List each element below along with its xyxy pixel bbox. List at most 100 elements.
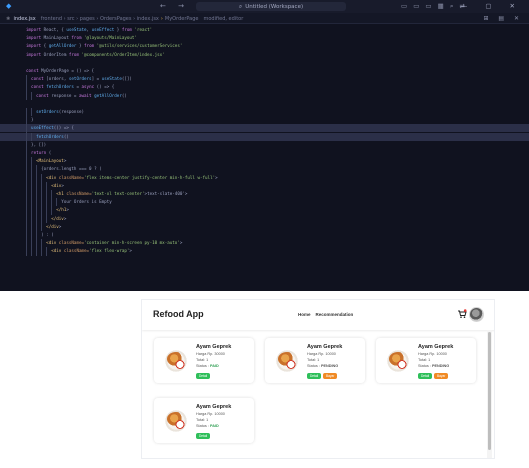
order-name: Ayam Geprek xyxy=(307,344,343,350)
status-badge: PAID xyxy=(209,424,219,428)
code-line: const MyOrderPage = () => { xyxy=(0,67,529,75)
code-line: useEffect(() => { xyxy=(0,124,529,133)
window-controls[interactable]: — ▢ ✕ xyxy=(461,2,523,10)
code-text: } xyxy=(26,117,34,123)
code-line: setOrders(response) xyxy=(0,108,529,117)
code-line: </div> xyxy=(0,214,529,223)
code-line: } xyxy=(0,116,529,125)
food-image xyxy=(272,346,302,376)
code-line: <h1 className='text-xl text-center'>text… xyxy=(0,190,529,199)
code-text: }, []) xyxy=(26,141,47,147)
code-line: ) : ( xyxy=(0,231,529,240)
code-text: return ( xyxy=(31,150,52,155)
code-line: <div className='flex flex-wrap'> xyxy=(0,247,529,256)
order-status: Status : PAID xyxy=(196,424,219,428)
order-card: Ayam Geprek Harga Rp. 30000 Total: 1 Status… xyxy=(154,338,254,383)
code-text: <MainLayout> xyxy=(36,158,67,164)
editor-actions[interactable]: ⊞ ▤ ✕ xyxy=(483,15,523,22)
workspace-title: Untitled (Workspace) xyxy=(245,4,304,10)
code-area[interactable]: import React, { useState, useEffect } fr… xyxy=(0,26,529,291)
food-image xyxy=(161,406,191,436)
detail-button[interactable]: Detail xyxy=(196,433,211,439)
status-badge: PAID xyxy=(209,364,219,368)
order-price: Harga Rp. 10000 xyxy=(196,412,225,416)
code-line: <div> xyxy=(0,181,529,190)
status-label: Status : xyxy=(307,364,320,368)
code-text: import React, { useState, useEffect } fr… xyxy=(26,27,153,32)
order-price: Harga Rp. 10000 xyxy=(307,352,336,356)
navigation-arrows[interactable]: ← → xyxy=(160,2,189,10)
code-line: {orders.length === 0 ? ( xyxy=(0,165,529,174)
code-text: {orders.length === 0 ? ( xyxy=(26,166,102,172)
tab-badge: modified, editor xyxy=(203,16,244,22)
code-text: <div className='flex items-center justif… xyxy=(46,174,218,180)
order-total: Total: 1 xyxy=(196,358,209,362)
search-icon: ⌕ xyxy=(238,3,243,10)
order-total: Total: 1 xyxy=(307,358,320,362)
order-card: Ayam Geprek Harga Rp. 10000 Total: 1 Status… xyxy=(376,338,476,383)
code-editor-window: ◆ ← → ⌕ Untitled (Workspace) ▭ ▭ ▭ ▦ ⌕ ⇄ … xyxy=(0,0,529,291)
order-price: Harga Rp. 30000 xyxy=(196,352,225,356)
code-line: import { getAllOrder } from '@utils/serv… xyxy=(0,42,529,50)
breadcrumb[interactable]: frontend › src › pages › OrdersPages › i… xyxy=(41,16,159,22)
code-line: <div className='flex items-center justif… xyxy=(0,173,529,182)
code-text: const MyOrderPage = () => { xyxy=(26,68,95,73)
refood-app-window: Refood App Home Recommendation Ayam Gepre… xyxy=(141,299,495,459)
code-line: const fetchOrders = async () => { xyxy=(0,83,529,92)
breadcrumb-symbol[interactable]: MyOrderPage xyxy=(165,16,199,22)
order-price: Harga Rp. 10000 xyxy=(418,352,447,356)
title-bar: ◆ ← → ⌕ Untitled (Workspace) ▭ ▭ ▭ ▦ ⌕ ⇄ … xyxy=(0,0,529,13)
tab-index-jsx[interactable]: ⚛ index.jsx frontend › src › pages › Ord… xyxy=(6,15,243,23)
code-text: fetchOrders() xyxy=(36,133,69,139)
order-name: Ayam Geprek xyxy=(196,344,232,350)
detail-button[interactable]: Detail xyxy=(307,373,322,379)
detail-button[interactable]: Detail xyxy=(418,373,433,379)
code-line: }, []) xyxy=(0,140,529,149)
code-text: <div className='flex flex-wrap'> xyxy=(51,248,132,254)
status-label: Status : xyxy=(196,364,209,368)
code-text: ) : ( xyxy=(26,232,54,237)
code-text: setOrders(response) xyxy=(36,109,85,114)
avatar[interactable] xyxy=(469,307,484,322)
code-text: import { getAllOrder } from '@utils/serv… xyxy=(26,43,183,49)
app-brand[interactable]: Refood App xyxy=(153,309,204,319)
command-center-search[interactable]: ⌕ Untitled (Workspace) xyxy=(196,2,346,11)
status-badge: PENDING xyxy=(320,364,339,368)
status-badge: PENDING xyxy=(431,364,450,368)
order-name: Ayam Geprek xyxy=(418,344,454,350)
bayar-button[interactable]: Bayar xyxy=(434,373,449,379)
order-card: Ayam Geprek Harga Rp. 10000 Total: 1 Status… xyxy=(154,398,254,443)
food-image xyxy=(161,346,191,376)
order-card: Ayam Geprek Harga Rp. 10000 Total: 1 Status… xyxy=(265,338,365,383)
code-line: Your Orders is Empty xyxy=(0,198,529,207)
status-label: Status : xyxy=(196,424,209,428)
cart-icon[interactable] xyxy=(457,309,467,319)
code-line: const response = await getAllOrder() xyxy=(0,91,529,100)
vscode-logo-icon: ◆ xyxy=(6,2,12,10)
nav-recommendation[interactable]: Recommendation xyxy=(316,312,354,317)
code-text: import OrderItem from '@components/Order… xyxy=(26,51,165,57)
code-text: const [orders, setOrders] = useState([]) xyxy=(31,76,132,82)
code-text: </div> xyxy=(51,215,67,221)
code-text: <h1 className='text-xl text-center'>text… xyxy=(56,191,188,196)
nav-home[interactable]: Home xyxy=(298,312,311,317)
code-line: fetchOrders() xyxy=(0,132,529,141)
code-line: </div> xyxy=(0,222,529,231)
order-name: Ayam Geprek xyxy=(196,404,232,410)
layout-toggle-icons[interactable]: ▭ ▭ ▭ ▦ ⌕ ⇄ xyxy=(401,2,467,11)
code-line: const [orders, setOrders] = useState([]) xyxy=(0,75,529,84)
order-total: Total: 1 xyxy=(196,418,209,422)
editor-tab-bar: ⚛ index.jsx frontend › src › pages › Ord… xyxy=(0,13,529,24)
order-total: Total: 1 xyxy=(418,358,431,362)
order-status: Status : PENDING xyxy=(418,364,449,368)
code-text: const response = await getAllOrder() xyxy=(36,92,127,98)
code-text: </div> xyxy=(46,223,62,229)
bayar-button[interactable]: Bayar xyxy=(323,373,338,379)
scrollbar-thumb[interactable] xyxy=(488,332,491,450)
code-line: import MainLayout from '@layouts/MainLay… xyxy=(0,34,529,42)
code-text: const fetchOrders = async () => { xyxy=(31,84,115,90)
food-image xyxy=(383,346,413,376)
detail-button[interactable]: Detail xyxy=(196,373,211,379)
